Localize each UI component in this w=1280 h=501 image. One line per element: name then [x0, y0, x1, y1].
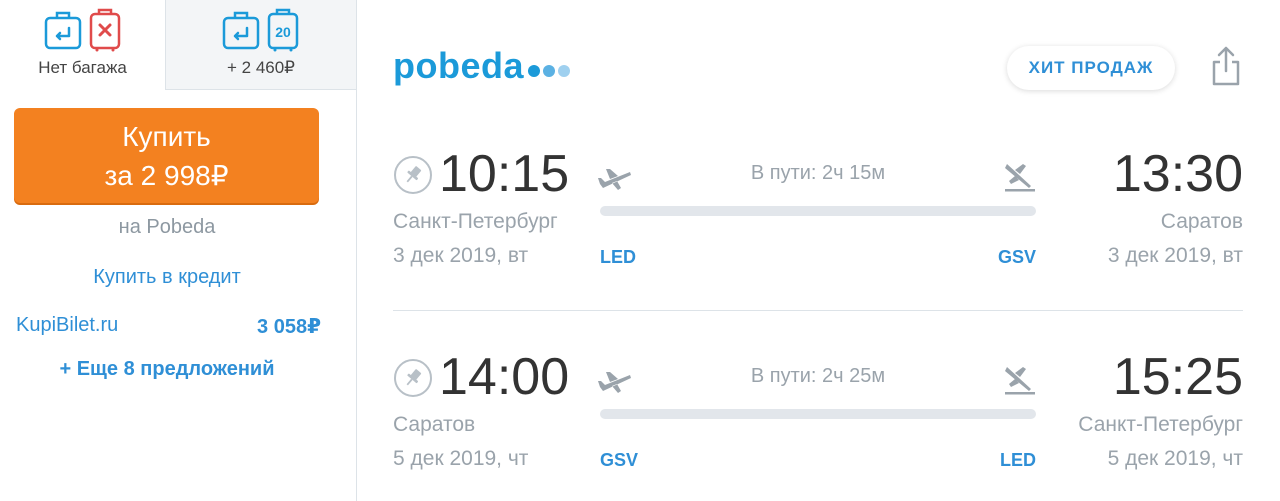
departure-date: 5 дек 2019, чт — [393, 447, 529, 470]
flight-route-track — [600, 206, 1036, 216]
share-icon[interactable] — [1209, 44, 1243, 88]
tab-no-baggage[interactable]: Нет багажа — [0, 0, 165, 90]
suitcase-icon: 20 — [267, 8, 299, 52]
seller-label: на Pobeda — [118, 216, 216, 238]
departure-date: 3 дек 2019, вт — [393, 244, 529, 267]
arrival-city: Саратов — [1160, 210, 1243, 233]
arrival-city: Санкт-Петербург — [1078, 413, 1243, 436]
buy-on-credit-link[interactable]: Купить в кредит — [0, 266, 334, 289]
baggage-tabs: Нет багажа 20 + 2 460₽ — [0, 0, 356, 90]
departure-city: Санкт-Петербург — [393, 210, 558, 233]
landing-icon — [1005, 164, 1035, 192]
arrival-airport-code: GSV — [997, 247, 1036, 267]
no-suitcase-icon — [89, 8, 120, 52]
takeoff-icon — [598, 169, 631, 190]
segment-divider — [393, 310, 1243, 311]
more-offers-link[interactable]: + Еще 8 предложений — [0, 358, 334, 381]
arrival-time: 15:25 — [1112, 348, 1243, 406]
buy-button-label: Купить — [122, 121, 211, 152]
takeoff-icon — [598, 372, 631, 393]
arrival-date: 3 дек 2019, вт — [1107, 244, 1243, 267]
baggage-weight: 20 — [275, 24, 291, 40]
departure-time: 10:15 — [439, 145, 570, 203]
alternative-offer-name[interactable]: KupiBilet.ru — [16, 314, 118, 337]
departure-time: 14:00 — [439, 348, 570, 406]
arrival-date: 5 дек 2019, чт — [1107, 447, 1243, 470]
flight-duration: В пути: 2ч 15м — [750, 162, 886, 184]
arrival-airport-code: LED — [1000, 450, 1036, 470]
alternative-offer[interactable]: KupiBilet.ru 3 058₽ — [16, 314, 321, 342]
arrival-time: 13:30 — [1112, 145, 1243, 203]
departure-airport-code: LED — [600, 247, 636, 267]
airline-name: pobeda — [393, 45, 525, 86]
airline-logo: pobeda — [393, 44, 571, 88]
pin-icon[interactable] — [394, 156, 432, 194]
baggage-price-label: + 2 460₽ — [226, 58, 295, 77]
no-baggage-label: Нет багажа — [38, 58, 127, 77]
landing-icon — [1005, 367, 1035, 395]
departure-airport-code: GSV — [600, 450, 639, 470]
offer-panel: Нет багажа 20 + 2 460₽ Купить за 2 998₽ … — [0, 0, 357, 501]
flight-details: pobeda ХИТ ПРОДАЖ 10:15 Санкт-Петербург … — [357, 0, 1280, 501]
hand-luggage-icon — [44, 11, 81, 50]
tab-with-baggage[interactable]: 20 + 2 460₽ — [165, 0, 356, 90]
buy-button-price: за 2 998₽ — [104, 160, 229, 191]
buy-button[interactable]: Купить за 2 998₽ — [14, 108, 319, 203]
hand-luggage-icon — [222, 11, 260, 50]
flight-segment-return: 14:00 Саратов 5 дек 2019, чт В пути: 2ч … — [393, 345, 1243, 485]
flight-duration: В пути: 2ч 25м — [750, 365, 886, 387]
departure-city: Саратов — [393, 413, 476, 436]
logo-dots — [528, 65, 571, 77]
flight-route-track — [600, 409, 1036, 419]
pin-icon[interactable] — [394, 359, 432, 397]
alternative-offer-price[interactable]: 3 058₽ — [257, 314, 321, 339]
flight-segment-outbound: 10:15 Санкт-Петербург 3 дек 2019, вт В п… — [393, 142, 1243, 282]
bestseller-badge: ХИТ ПРОДАЖ — [1007, 46, 1175, 90]
